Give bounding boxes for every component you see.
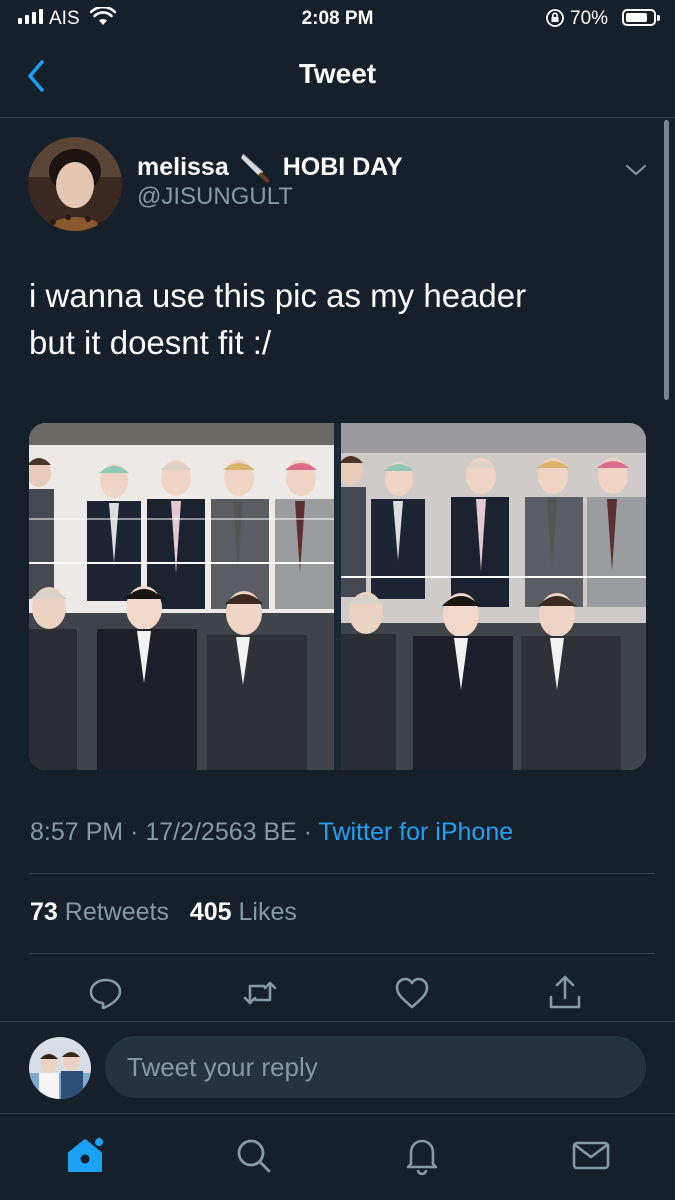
tab-notifications[interactable] xyxy=(400,1133,444,1177)
share-button[interactable] xyxy=(545,973,585,1013)
retweets-count: 73 xyxy=(30,898,58,926)
tab-search[interactable] xyxy=(231,1133,275,1177)
rotation-lock-icon xyxy=(545,8,565,34)
likes-count: 405 xyxy=(189,898,232,926)
reply-button[interactable] xyxy=(86,973,126,1013)
display-name-suffix: HOBI DAY xyxy=(282,152,403,181)
tweet-source-link[interactable]: Twitter for iPhone xyxy=(319,818,514,846)
messages-icon xyxy=(572,1141,610,1170)
divider xyxy=(0,1021,675,1022)
tab-messages[interactable] xyxy=(569,1133,613,1177)
divider xyxy=(29,953,654,954)
knife-icon xyxy=(239,150,273,184)
my-avatar[interactable] xyxy=(29,1037,91,1099)
retweet-icon xyxy=(243,981,277,1005)
media-image[interactable] xyxy=(29,423,334,770)
tweet-media[interactable] xyxy=(29,423,646,770)
timestamp-text: 8:57 PM · 17/2/2563 BE · xyxy=(30,818,319,846)
share-icon xyxy=(549,975,581,1009)
like-button[interactable] xyxy=(392,973,432,1013)
reply-icon xyxy=(89,978,122,1010)
divider xyxy=(29,873,654,874)
retweets-label: Retweets xyxy=(57,898,169,926)
retweet-button[interactable] xyxy=(240,973,280,1013)
tab-home[interactable] xyxy=(63,1133,107,1177)
page-title: Tweet xyxy=(298,58,377,89)
battery-icon xyxy=(622,9,660,26)
avatar[interactable] xyxy=(28,137,122,231)
scrollbar[interactable] xyxy=(664,120,669,400)
tweet-options-button[interactable] xyxy=(624,160,648,180)
tweet-text-line: i wanna use this pic as my header xyxy=(29,277,527,314)
tweet-stats: 73 Retweets 405 Likes xyxy=(30,898,297,927)
display-name-text: melissa xyxy=(137,152,229,181)
divider xyxy=(0,117,675,118)
status-bar: AIS 2:08 PM 70% xyxy=(0,0,675,38)
media-image[interactable] xyxy=(341,423,646,770)
likes-label: Likes xyxy=(231,898,297,926)
likes-stat[interactable]: 405 Likes xyxy=(190,898,297,926)
search-icon xyxy=(237,1139,271,1173)
home-icon xyxy=(68,1138,103,1172)
retweets-stat[interactable]: 73 Retweets xyxy=(30,898,169,926)
like-icon xyxy=(395,977,429,1009)
tweet-text-line: but it doesnt fit :/ xyxy=(29,324,272,361)
divider xyxy=(0,1113,675,1114)
notifications-icon xyxy=(406,1139,438,1176)
username[interactable]: @JISUNGULT xyxy=(137,183,293,211)
reply-input[interactable] xyxy=(105,1036,646,1098)
tweet-timestamp: 8:57 PM · 17/2/2563 BE · Twitter for iPh… xyxy=(30,818,513,847)
display-name[interactable]: melissa HOBI DAY xyxy=(137,150,403,184)
tweet-text: i wanna use this pic as my header but it… xyxy=(29,272,649,366)
chevron-down-icon xyxy=(626,165,646,176)
battery-percent: 70% xyxy=(570,8,609,29)
